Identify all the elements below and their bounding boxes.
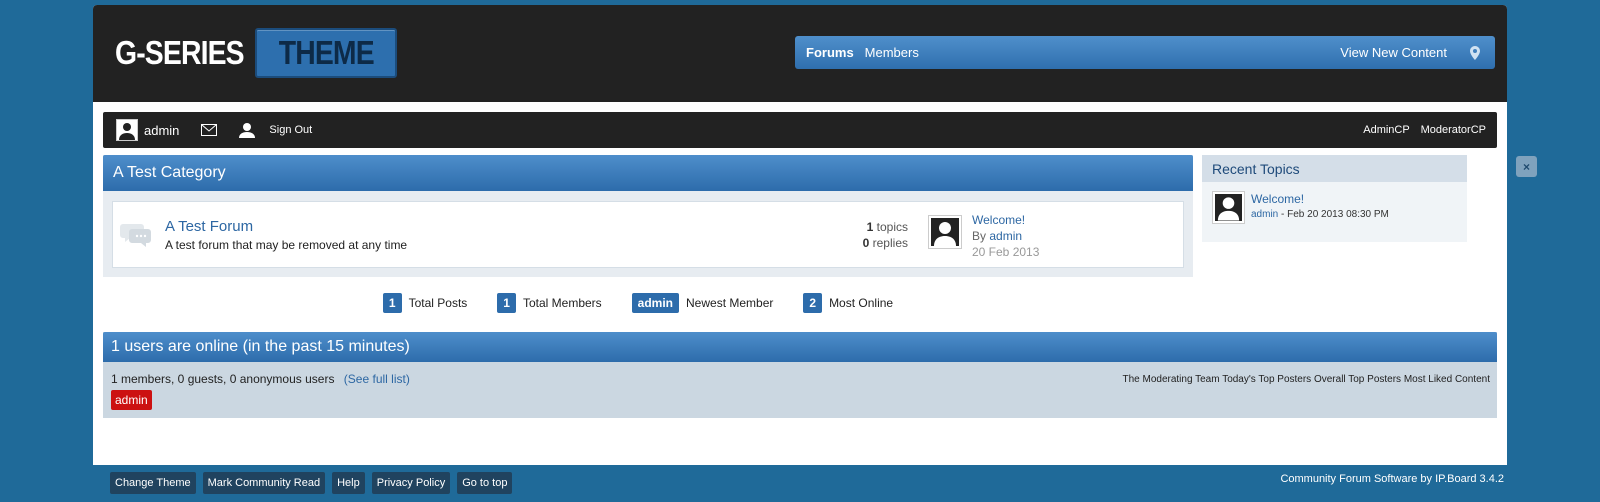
user-bar: admin Sign Out AdminCP ModeratorCP (103, 112, 1497, 148)
header: G-SERIES THEME Forums Members View New C… (93, 5, 1507, 102)
see-full-list-link[interactable]: (See full list) (344, 372, 410, 386)
category-title[interactable]: A Test Category (103, 155, 1193, 191)
online-users-panel: 1 users are online (in the past 15 minut… (103, 332, 1497, 418)
stat-most-online: 2 Most Online (803, 293, 893, 313)
last-post-title-link[interactable]: Welcome! (972, 213, 1025, 227)
newest-member-label: Newest Member (686, 296, 774, 310)
online-summary: 1 members, 0 guests, 0 anonymous users (… (111, 372, 410, 386)
nav-right-group: View New Content (1329, 45, 1495, 61)
forum-row: A Test Forum A test forum that may be re… (112, 201, 1184, 268)
nav-view-new-content[interactable]: View New Content (1340, 45, 1447, 60)
recent-topics-sidebar: Recent Topics Welcome! admin - Feb 20 20… (1202, 155, 1467, 242)
logo-text-gseries: G-SERIES (115, 34, 245, 71)
user-avatar[interactable] (116, 119, 138, 141)
recent-topic-meta: admin - Feb 20 2013 08:30 PM (1251, 209, 1389, 220)
total-posts-badge: 1 (382, 293, 402, 313)
forum-title-link[interactable]: A Test Forum (165, 218, 253, 235)
stat-total-members: 1 Total Members (497, 293, 602, 313)
most-online-badge: 2 (803, 293, 823, 313)
most-online-label: Most Online (829, 296, 894, 310)
topics-count: 1 (866, 220, 874, 234)
admincp-link[interactable]: AdminCP (1363, 124, 1409, 136)
newest-member-link[interactable]: admin (631, 293, 680, 313)
last-post-by-label: By (972, 229, 987, 243)
recent-topics-title: Recent Topics (1202, 155, 1467, 182)
online-stats-links: The Moderating Team Today's Top Posters … (1122, 374, 1490, 385)
speech-bubbles-icon (120, 220, 152, 251)
copyright-text[interactable]: Community Forum Software by IP.Board 3.4… (1280, 473, 1504, 485)
forum-stats: 1 topics 0 replies (863, 219, 908, 251)
map-pin-icon[interactable] (1467, 45, 1483, 61)
site-logo[interactable]: G-SERIES THEME (115, 24, 398, 82)
logo-text-theme: THEME (254, 28, 398, 78)
stat-newest-member: admin Newest Member (631, 293, 774, 313)
last-post-avatar[interactable] (928, 215, 962, 249)
online-user-admin[interactable]: admin (111, 390, 152, 410)
recent-topic-avatar[interactable] (1212, 191, 1245, 224)
total-members-label: Total Members (522, 296, 602, 310)
help-button[interactable]: Help (332, 472, 365, 494)
recent-topic-date: - Feb 20 2013 08:30 PM (1281, 209, 1389, 220)
close-sidebar-button[interactable]: × (1516, 156, 1537, 177)
last-post-author-link[interactable]: admin (989, 229, 1022, 243)
main-navigation: Forums Members View New Content (795, 36, 1495, 69)
recent-topic-author-link[interactable]: admin (1251, 209, 1278, 220)
user-icon[interactable] (239, 122, 256, 138)
footer-buttons: Change Theme Mark Community Read Help Pr… (110, 472, 519, 494)
mark-community-read-button[interactable]: Mark Community Read (202, 472, 326, 494)
moderatorcp-link[interactable]: ModeratorCP (1421, 124, 1486, 136)
online-summary-text: 1 members, 0 guests, 0 anonymous users (111, 372, 335, 386)
most-liked-content-link[interactable]: Most Liked Content (1404, 374, 1490, 385)
go-to-top-button[interactable]: Go to top (457, 472, 513, 494)
privacy-policy-button[interactable]: Privacy Policy (371, 472, 451, 494)
total-posts-label: Total Posts (408, 296, 468, 310)
board-stats: 1 Total Posts 1 Total Members admin Newe… (93, 293, 1183, 313)
replies-label: replies (872, 236, 908, 250)
page-wrapper: G-SERIES THEME Forums Members View New C… (93, 5, 1507, 465)
replies-count: 0 (862, 236, 870, 250)
change-theme-button[interactable]: Change Theme (110, 472, 196, 494)
last-post-date: 20 Feb 2013 (972, 245, 1040, 259)
sign-out-link[interactable]: Sign Out (269, 124, 312, 136)
recent-topic-title-link[interactable]: Welcome! (1251, 192, 1304, 206)
todays-top-posters-link[interactable]: Today's Top Posters (1222, 374, 1311, 385)
userbar-admin-links: AdminCP ModeratorCP (1363, 124, 1486, 136)
topics-label: topics (876, 220, 908, 234)
total-members-badge: 1 (497, 293, 516, 313)
nav-members[interactable]: Members (865, 45, 919, 60)
forum-category: A Test Category A Test Forum A test foru… (103, 155, 1193, 277)
stat-total-posts: 1 Total Posts (382, 293, 468, 313)
online-users-title: 1 users are online (in the past 15 minut… (103, 332, 1497, 362)
envelope-icon[interactable] (201, 124, 218, 136)
nav-forums[interactable]: Forums (806, 45, 854, 60)
overall-top-posters-link[interactable]: Overall Top Posters (1314, 374, 1401, 385)
username-link[interactable]: admin (144, 123, 179, 138)
last-post-info: Welcome! By admin 20 Feb 2013 (972, 212, 1039, 260)
forum-description: A test forum that may be removed at any … (165, 238, 408, 252)
moderating-team-link[interactable]: The Moderating Team (1122, 374, 1219, 385)
